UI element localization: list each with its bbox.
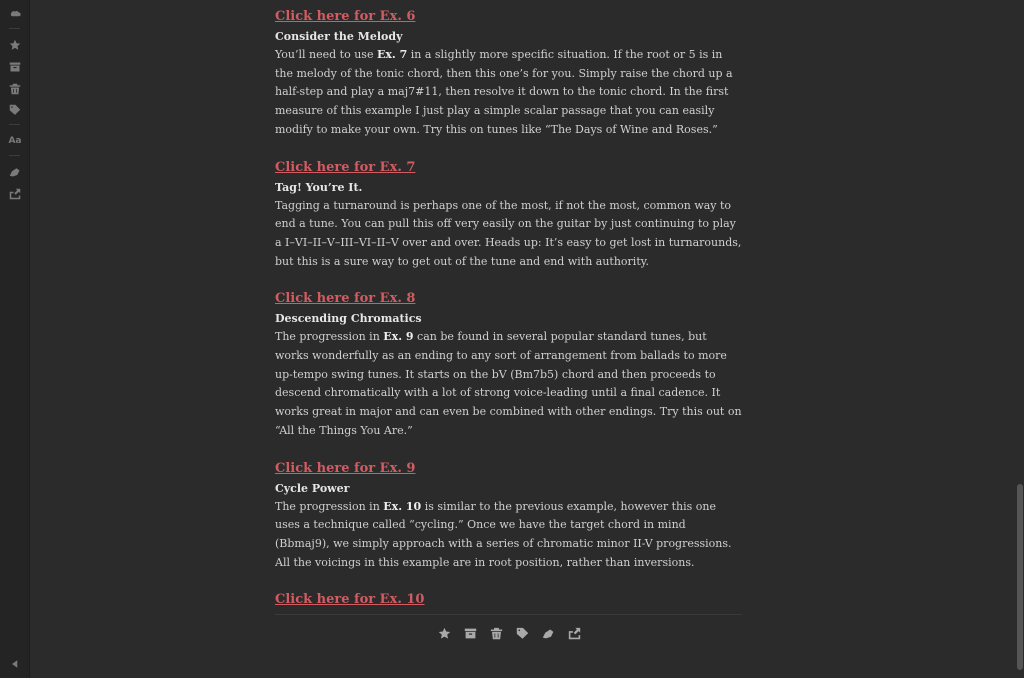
- paragraph-bold: Ex. 7: [376, 48, 408, 61]
- example-link[interactable]: Click here for Ex. 6: [275, 6, 743, 28]
- paragraph-text: You’ll need to use: [275, 48, 377, 61]
- section-heading: Descending Chromatics: [275, 312, 422, 326]
- section-heading: Tag! You’re It.: [275, 180, 363, 194]
- share-icon[interactable]: [7, 186, 23, 202]
- sidebar-divider: [9, 124, 20, 125]
- paragraph-text: The progression in: [275, 499, 384, 513]
- example-link[interactable]: Click here for Ex. 9: [275, 458, 743, 480]
- paragraph-text: in a slightly more specific situation. I…: [275, 48, 733, 136]
- section-paragraph: Tagging a turnaround is perhaps one of t…: [275, 197, 743, 272]
- section-heading: Cycle Power: [275, 481, 350, 495]
- collapse-arrow-icon[interactable]: [7, 656, 23, 672]
- share-icon[interactable]: [566, 625, 583, 642]
- delete-trash-icon[interactable]: [488, 625, 505, 642]
- example-link[interactable]: Click here for Ex. 10: [275, 589, 743, 611]
- tag-icon[interactable]: [514, 625, 531, 642]
- paragraph-text: The progression in: [275, 330, 384, 344]
- article-section: Click here for Ex. 8 Descending Chromati…: [275, 288, 743, 440]
- paragraph-text: Tagging a turnaround is perhaps one of t…: [275, 198, 742, 268]
- highlighter-icon[interactable]: [540, 625, 557, 642]
- article-footer-actions: [436, 625, 583, 642]
- sidebar-divider: [9, 155, 20, 156]
- delete-trash-icon[interactable]: [7, 81, 23, 97]
- font-settings-label: Aa: [8, 136, 22, 146]
- archive-icon[interactable]: [7, 59, 23, 75]
- article-section: Click here for Ex. 9 Cycle Power The pro…: [275, 458, 743, 573]
- section-paragraph: The progression in Ex. 9 can be found in…: [275, 328, 743, 440]
- example-link[interactable]: Click here for Ex. 7: [275, 157, 743, 179]
- article-section: Click here for Ex. 6 Consider the Melody…: [275, 6, 743, 140]
- sidebar-divider: [9, 28, 20, 29]
- section-paragraph: The progression in Ex. 10 is similar to …: [275, 498, 743, 573]
- highlighter-icon[interactable]: [7, 164, 23, 180]
- paragraph-bold: Ex. 10: [383, 499, 422, 513]
- example-link[interactable]: Click here for Ex. 8: [275, 288, 743, 310]
- scrollbar-thumb[interactable]: [1017, 484, 1023, 670]
- pocket-logo-icon[interactable]: [7, 6, 23, 22]
- scrollbar[interactable]: [1016, 0, 1024, 678]
- tag-icon[interactable]: [7, 102, 23, 118]
- section-heading: Consider the Melody: [275, 30, 403, 43]
- sidebar: Aa: [0, 0, 30, 678]
- paragraph-text: can be found in several popular standard…: [275, 330, 742, 437]
- section-paragraph: You’ll need to use Ex. 7 in a slightly m…: [275, 46, 743, 140]
- article-section: Click here for Ex. 7 Tag! You’re It. Tag…: [275, 157, 743, 272]
- paragraph-bold: Ex. 9: [383, 330, 414, 344]
- favorite-star-icon[interactable]: [7, 37, 23, 53]
- font-settings-icon[interactable]: Aa: [7, 133, 23, 149]
- favorite-star-icon[interactable]: [436, 625, 453, 642]
- archive-icon[interactable]: [462, 625, 479, 642]
- footer-divider: [275, 614, 742, 615]
- article-body: Click here for Ex. 6 Consider the Melody…: [275, 6, 743, 611]
